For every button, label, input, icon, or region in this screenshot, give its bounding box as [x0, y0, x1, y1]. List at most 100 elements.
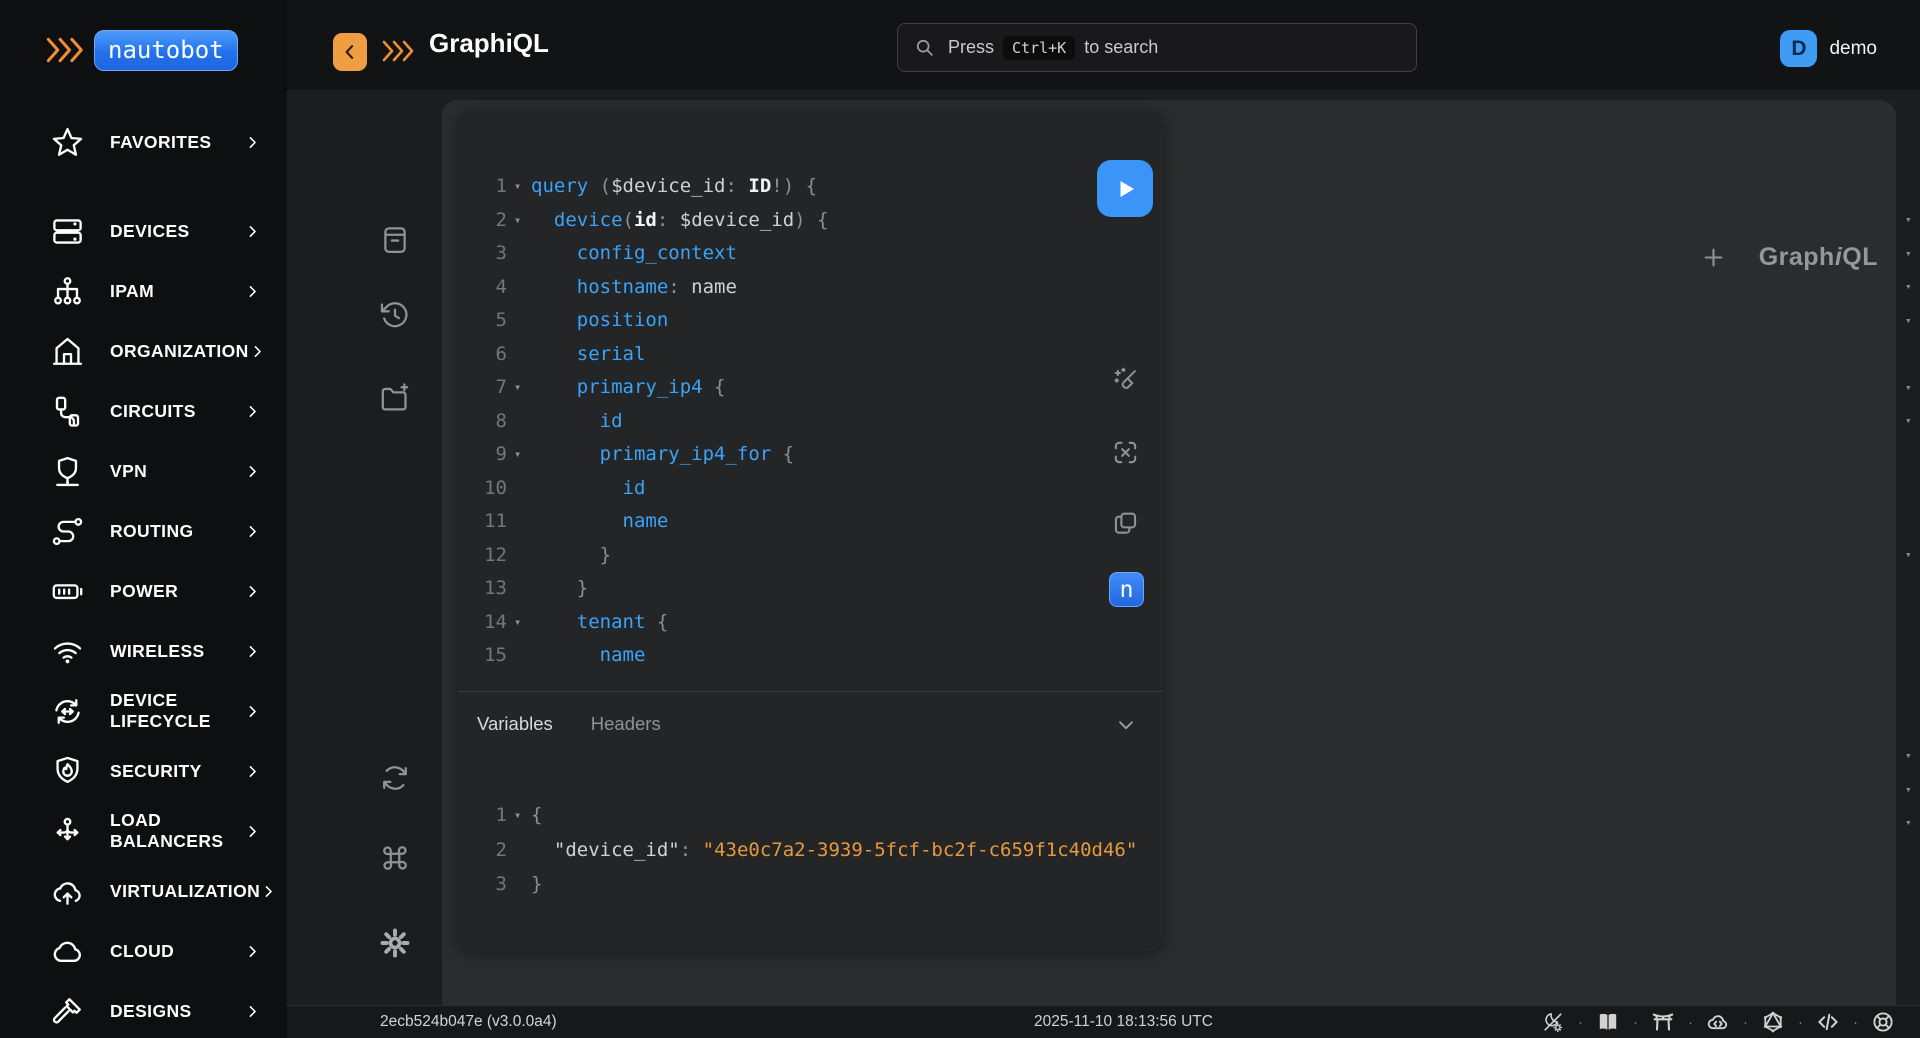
add-tab-button[interactable] [1701, 245, 1726, 270]
sidebar-item-circuits[interactable]: CIRCUITS [0, 381, 287, 441]
graphiql-workspace: 1▾query ($device_id: ID!) {2▾ device(id:… [287, 90, 1920, 1006]
header: GraphiQL Press Ctrl+K to search D demo [287, 0, 1920, 90]
sidebar-item-label: DEVICES [110, 221, 244, 242]
nautobot-logo-text: nautobot [94, 30, 238, 71]
theme-toggle-icon[interactable] [1541, 1010, 1565, 1034]
organization-icon [50, 334, 85, 369]
chevron-right-icon [244, 763, 261, 780]
settings-button[interactable] [378, 926, 412, 960]
nautobot-query-button[interactable]: n [1109, 572, 1144, 607]
sidebar-item-security[interactable]: SECURITY [0, 741, 287, 801]
chevron-right-icon [244, 823, 261, 840]
chevron-right-icon [244, 1003, 261, 1020]
refetch-schema-button[interactable] [378, 761, 412, 795]
chevron-right-icon [244, 583, 261, 600]
chevron-down-icon[interactable] [1115, 714, 1137, 736]
variables-line: 1▾{ [458, 798, 1163, 833]
sidebar: nautobot FAVORITES DEVICES IPAMORGANIZATIO… [0, 0, 287, 1038]
query-editor[interactable]: 1▾query ($device_id: ID!) {2▾ device(id:… [458, 110, 1163, 692]
support-link-icon[interactable] [1871, 1010, 1895, 1034]
nautobot-logo[interactable]: nautobot [46, 30, 238, 71]
tab-headers[interactable]: Headers [591, 713, 661, 735]
avatar: D [1780, 30, 1817, 67]
copy-query-button[interactable] [1110, 508, 1141, 539]
chevron-right-icon [260, 883, 277, 900]
chevron-right-icon [244, 283, 261, 300]
separator-dot: · [1853, 1015, 1858, 1030]
code-link-icon[interactable] [1816, 1010, 1840, 1034]
response-line: "lldp": true, [1908, 706, 1920, 740]
chevron-right-icon [244, 223, 261, 240]
user-menu[interactable]: D demo [1780, 30, 1877, 67]
query-line: 15 name [458, 639, 1163, 673]
search-icon [914, 37, 935, 58]
sidebar-item-label: LOAD BALANCERS [110, 810, 244, 852]
search-placeholder: Press Ctrl+K to search [948, 36, 1158, 60]
load-balancers-icon [50, 814, 85, 849]
docs-link-icon[interactable] [1596, 1010, 1620, 1034]
sidebar-item-load-balancers[interactable]: LOAD BALANCERS [0, 801, 287, 861]
sidebar-item-cloud[interactable]: CLOUD [0, 921, 287, 981]
new-collection-button[interactable] [378, 381, 412, 415]
query-line: 7▾ primary_ip4 { [458, 371, 1163, 405]
response-line: ▾{ [1908, 203, 1920, 237]
response-line: }, [1908, 505, 1920, 539]
sidebar-item-designs[interactable]: DESIGNS [0, 981, 287, 1038]
sidebar-item-label: POWER [110, 581, 244, 602]
cloud-api-icon[interactable] [1706, 1010, 1730, 1034]
response-line: ▾ "device": { [1908, 270, 1920, 304]
chevron-right-icon [244, 643, 261, 660]
sidebar-item-label: CIRCUITS [110, 401, 244, 422]
ctrl-k-kbd: Ctrl+K [1003, 36, 1075, 60]
graphql-link-icon[interactable] [1761, 1010, 1785, 1034]
sidebar-item-routing[interactable]: ROUTING [0, 501, 287, 561]
chevron-right-icon [244, 134, 261, 151]
sidebar-item-organization[interactable]: ORGANIZATION [0, 321, 287, 381]
header-chevrons-icon [382, 40, 416, 62]
torii-gate-icon[interactable] [1651, 1010, 1675, 1034]
response-line: "ip": "10.1.1.1", [1908, 840, 1920, 874]
virtualization-icon [50, 874, 85, 909]
sidebar-item-favorites[interactable]: FAVORITES [0, 112, 287, 172]
response-panel: GraphiQL ▾{▾ "data": {▾ "device": {▾ "co… [1163, 100, 1896, 1006]
query-line: 14▾ tenant { [458, 606, 1163, 640]
sidebar-nav: FAVORITES DEVICES IPAMORGANIZATION CIRCUITS… [0, 112, 287, 1038]
global-search-input[interactable]: Press Ctrl+K to search [897, 23, 1417, 72]
sidebar-item-device-lifecycle[interactable]: DEVICE LIFECYCLE [0, 681, 287, 741]
variables-editor[interactable]: 1▾{2 "device_id": "43e0c7a2-3939-5fcf-bc… [458, 798, 1163, 902]
chevron-right-icon [244, 703, 261, 720]
response-line: "prefer": true [1908, 605, 1920, 639]
page-title: GraphiQL [429, 28, 549, 59]
variables-line: 3} [458, 867, 1163, 902]
vpn-icon [50, 454, 85, 489]
response-line: "ip": "10.1.1.1", [1908, 438, 1920, 472]
response-line: ▾ { [1908, 538, 1920, 572]
query-line: 2▾ device(id: $device_id) { [458, 204, 1163, 238]
logo-chevrons-icon [46, 37, 86, 63]
history-button[interactable] [378, 298, 412, 332]
separator-dot: · [1688, 1015, 1693, 1030]
tab-variables[interactable]: Variables [477, 713, 553, 735]
merge-fragments-button[interactable] [1110, 437, 1141, 468]
docs-button[interactable] [378, 223, 412, 257]
sidebar-item-power[interactable]: POWER [0, 561, 287, 621]
sidebar-item-virtualization[interactable]: VIRTUALIZATION [0, 861, 287, 921]
chevron-right-icon [249, 343, 266, 360]
sidebar-collapse-button[interactable] [333, 33, 367, 71]
execute-query-button[interactable] [1097, 160, 1153, 217]
sidebar-item-vpn[interactable]: VPN [0, 441, 287, 501]
cloud-icon [50, 934, 85, 969]
wireless-icon [50, 634, 85, 669]
sidebar-item-ipam[interactable]: IPAM [0, 261, 287, 321]
response-line: ▾ "config_context": { [1908, 304, 1920, 338]
sidebar-item-devices[interactable]: DEVICES [0, 201, 287, 261]
nautobot-app: nautobot FAVORITES DEVICES IPAMORGANIZATIO… [0, 0, 1920, 1038]
sidebar-item-label: VIRTUALIZATION [110, 881, 260, 902]
sidebar-item-label: SECURITY [110, 761, 244, 782]
response-line: ▾ { [1908, 806, 1920, 840]
keyboard-shortcuts-button[interactable] [378, 841, 412, 875]
response-line: ▾ "ntp": [ [1908, 371, 1920, 405]
separator-dot: · [1743, 1015, 1748, 1030]
prettify-button[interactable] [1110, 365, 1141, 396]
sidebar-item-wireless[interactable]: WIRELESS [0, 621, 287, 681]
